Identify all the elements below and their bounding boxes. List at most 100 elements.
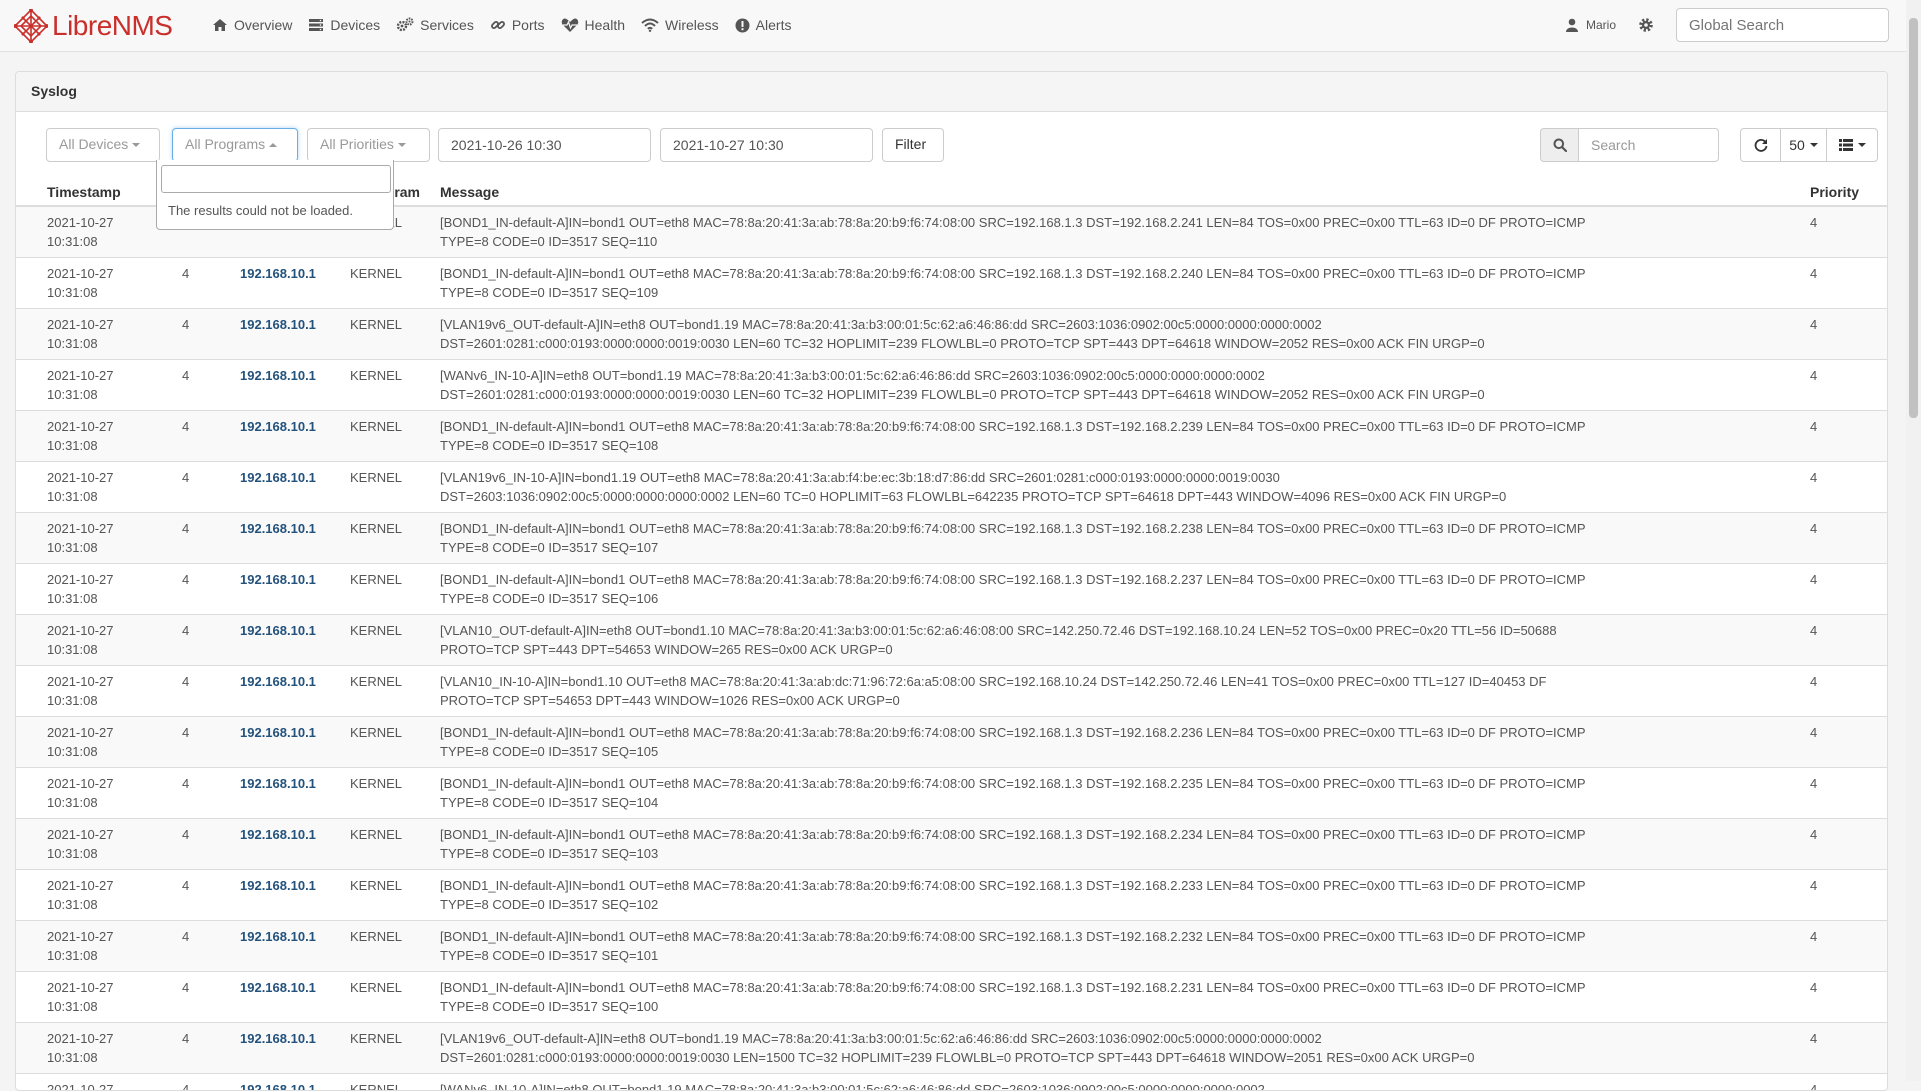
cell-device-link[interactable]: 192.168.10.1 xyxy=(232,666,342,717)
scrollbar-thumb[interactable] xyxy=(1909,18,1918,418)
cell-priority-level: 4 xyxy=(152,564,232,615)
cell-device-link[interactable]: 192.168.10.1 xyxy=(232,411,342,462)
table-row[interactable]: 2021-10-2710:31:084192.168.10.1KERNEL[WA… xyxy=(16,360,1888,411)
link-icon xyxy=(490,17,506,33)
table-search-input[interactable]: Search xyxy=(1578,128,1719,162)
cell-message-line1: [BOND1_IN-default-A]IN=bond1 OUT=eth8 MA… xyxy=(440,827,1586,842)
cell-device-link[interactable]: 192.168.10.1 xyxy=(232,615,342,666)
cell-device-link[interactable]: 192.168.10.1 xyxy=(232,921,342,972)
cell-timestamp: 2021-10-2710:31:08 xyxy=(16,462,152,513)
column-header-priority[interactable]: Priority xyxy=(1800,178,1888,206)
heartbeat-icon xyxy=(561,17,579,33)
cell-priority-level: 4 xyxy=(152,972,232,1023)
cell-priority-level: 4 xyxy=(152,309,232,360)
table-row[interactable]: 2021-10-2710:31:084192.168.10.1KERNEL[VL… xyxy=(16,309,1888,360)
cell-program: KERNEL xyxy=(342,819,432,870)
filter-button[interactable]: Filter xyxy=(882,128,944,162)
cell-message-line2: TYPE=8 CODE=0 ID=3517 SEQ=106 xyxy=(440,591,658,606)
panel-title: Syslog xyxy=(16,72,1887,112)
cell-message: [WANv6_IN-10-A]IN=eth8 OUT=bond1.19 MAC=… xyxy=(432,1074,1800,1091)
nav-devices[interactable]: Devices xyxy=(308,17,380,33)
cell-device-link[interactable]: 192.168.10.1 xyxy=(232,1023,342,1074)
priorities-filter-dropdown[interactable]: All Priorities xyxy=(307,128,430,162)
brand-logo[interactable]: LibreNMS xyxy=(14,8,172,44)
cell-timestamp: 2021-10-2710:31:08 xyxy=(16,921,152,972)
cell-program: KERNEL xyxy=(342,768,432,819)
cell-message-line1: [VLAN19v6_IN-10-A]IN=bond1.19 OUT=eth8 M… xyxy=(440,470,1280,485)
cell-program: KERNEL xyxy=(342,1074,432,1091)
programs-filter-dropdown[interactable]: All Programs xyxy=(172,128,298,162)
table-row[interactable]: 2021-10-2710:31:084192.168.10.1KERNEL[BO… xyxy=(16,972,1888,1023)
page-size-dropdown[interactable]: 50 xyxy=(1780,128,1827,162)
cell-timestamp: 2021-10-2710:31:08 xyxy=(16,360,152,411)
cell-priority-level: 4 xyxy=(152,258,232,309)
cell-device-link[interactable]: 192.168.10.1 xyxy=(232,564,342,615)
cell-message: [WANv6_IN-10-A]IN=eth8 OUT=bond1.19 MAC=… xyxy=(432,360,1800,411)
cell-timestamp: 2021-10-2710:31:08 xyxy=(16,206,152,258)
cell-device-link[interactable]: 192.168.10.1 xyxy=(232,513,342,564)
cell-device-link[interactable]: 192.168.10.1 xyxy=(232,717,342,768)
cell-message-line1: [WANv6_IN-10-A]IN=eth8 OUT=bond1.19 MAC=… xyxy=(440,368,1265,383)
cell-message-line1: [BOND1_IN-default-A]IN=bond1 OUT=eth8 MA… xyxy=(440,725,1586,740)
cell-device-link[interactable]: 192.168.10.1 xyxy=(232,360,342,411)
nav-overview[interactable]: Overview xyxy=(212,17,292,33)
column-header-timestamp[interactable]: Timestamp xyxy=(16,178,152,206)
cell-device-link[interactable]: 192.168.10.1 xyxy=(232,462,342,513)
table-row[interactable]: 2021-10-2710:31:084192.168.10.1KERNEL[BO… xyxy=(16,564,1888,615)
cell-timestamp: 2021-10-2710:31:08 xyxy=(16,615,152,666)
devices-filter-dropdown[interactable]: All Devices xyxy=(46,128,160,162)
cell-priority-level: 4 xyxy=(152,360,232,411)
cell-device-link[interactable]: 192.168.10.1 xyxy=(232,768,342,819)
cell-device-link[interactable]: 192.168.10.1 xyxy=(232,258,342,309)
table-row[interactable]: 2021-10-2710:31:084192.168.10.1KERNEL[WA… xyxy=(16,1074,1888,1091)
cell-message: [VLAN19v6_OUT-default-A]IN=eth8 OUT=bond… xyxy=(432,1023,1800,1074)
cell-priority: 4 xyxy=(1800,819,1888,870)
table-row[interactable]: 2021-10-2710:31:084192.168.10.1KERNEL[VL… xyxy=(16,462,1888,513)
cell-device-link[interactable]: 192.168.10.1 xyxy=(232,972,342,1023)
cell-device-link[interactable]: 192.168.10.1 xyxy=(232,309,342,360)
cell-date: 2021-10-27 xyxy=(47,827,114,842)
page-scrollbar[interactable] xyxy=(1906,0,1921,1081)
gear-icon[interactable] xyxy=(1638,17,1654,33)
cell-device-link[interactable]: 192.168.10.1 xyxy=(232,1074,342,1091)
cell-timestamp: 2021-10-2710:31:08 xyxy=(16,564,152,615)
to-date-input[interactable]: 2021-10-27 10:30 xyxy=(660,128,873,162)
table-row[interactable]: 2021-10-2710:31:084192.168.10.1KERNEL[BO… xyxy=(16,513,1888,564)
table-row[interactable]: 2021-10-2710:31:084192.168.10.1KERNEL[BO… xyxy=(16,258,1888,309)
columns-dropdown[interactable] xyxy=(1826,128,1878,162)
nav-alerts[interactable]: Alerts xyxy=(735,17,792,33)
programs-filter-label: All Programs xyxy=(185,136,265,152)
nav-ports[interactable]: Ports xyxy=(490,17,545,33)
table-row[interactable]: 2021-10-2710:31:084192.168.10.1KERNEL[VL… xyxy=(16,1023,1888,1074)
programs-dropdown-search[interactable] xyxy=(161,165,391,193)
table-row[interactable]: 2021-10-2710:31:084192.168.10.1KERNEL[VL… xyxy=(16,666,1888,717)
syslog-table-wrap: Timestamp ram Message Priority 2021-10-2… xyxy=(16,178,1888,1091)
nav-health[interactable]: Health xyxy=(561,17,625,33)
cell-timestamp: 2021-10-2710:31:08 xyxy=(16,309,152,360)
column-header-message[interactable]: Message xyxy=(432,178,1800,206)
cell-priority-level: 4 xyxy=(152,717,232,768)
table-row[interactable]: 2021-10-2710:31:084192.168.10.1KERNEL[BO… xyxy=(16,717,1888,768)
user-menu[interactable]: Mario xyxy=(1566,18,1616,32)
table-row[interactable]: 2021-10-2710:31:084192.168.10.1KERNEL[VL… xyxy=(16,615,1888,666)
global-search-input[interactable] xyxy=(1676,8,1889,42)
nav-services[interactable]: Services xyxy=(396,17,474,33)
home-icon xyxy=(212,18,228,32)
table-row[interactable]: 2021-10-2710:31:084192.168.10.1KERNEL[BO… xyxy=(16,870,1888,921)
cell-device-link[interactable]: 192.168.10.1 xyxy=(232,819,342,870)
table-row[interactable]: 2021-10-2710:31:084192.168.10.1KERNEL[BO… xyxy=(16,411,1888,462)
table-row[interactable]: 2021-10-2710:31:084192.168.10.1KERNEL[BO… xyxy=(16,768,1888,819)
cell-message: [VLAN10_OUT-default-A]IN=eth8 OUT=bond1.… xyxy=(432,615,1800,666)
nav-wireless[interactable]: Wireless xyxy=(641,17,719,33)
cell-device-link[interactable]: 192.168.10.1 xyxy=(232,870,342,921)
table-row[interactable]: 2021-10-2710:31:084192.168.10.1KERNEL[BO… xyxy=(16,921,1888,972)
cell-timestamp: 2021-10-2710:31:08 xyxy=(16,513,152,564)
cell-timestamp: 2021-10-2710:31:08 xyxy=(16,411,152,462)
from-date-input[interactable]: 2021-10-26 10:30 xyxy=(438,128,651,162)
cell-priority-level: 4 xyxy=(152,1023,232,1074)
table-row[interactable]: 2021-10-2710:31:084192.168.10.1KERNEL[BO… xyxy=(16,819,1888,870)
cell-program: KERNEL xyxy=(342,921,432,972)
cell-message-line2: TYPE=8 CODE=0 ID=3517 SEQ=108 xyxy=(440,438,658,453)
refresh-button[interactable] xyxy=(1740,128,1781,162)
syslog-table: Timestamp ram Message Priority 2021-10-2… xyxy=(16,178,1888,1091)
